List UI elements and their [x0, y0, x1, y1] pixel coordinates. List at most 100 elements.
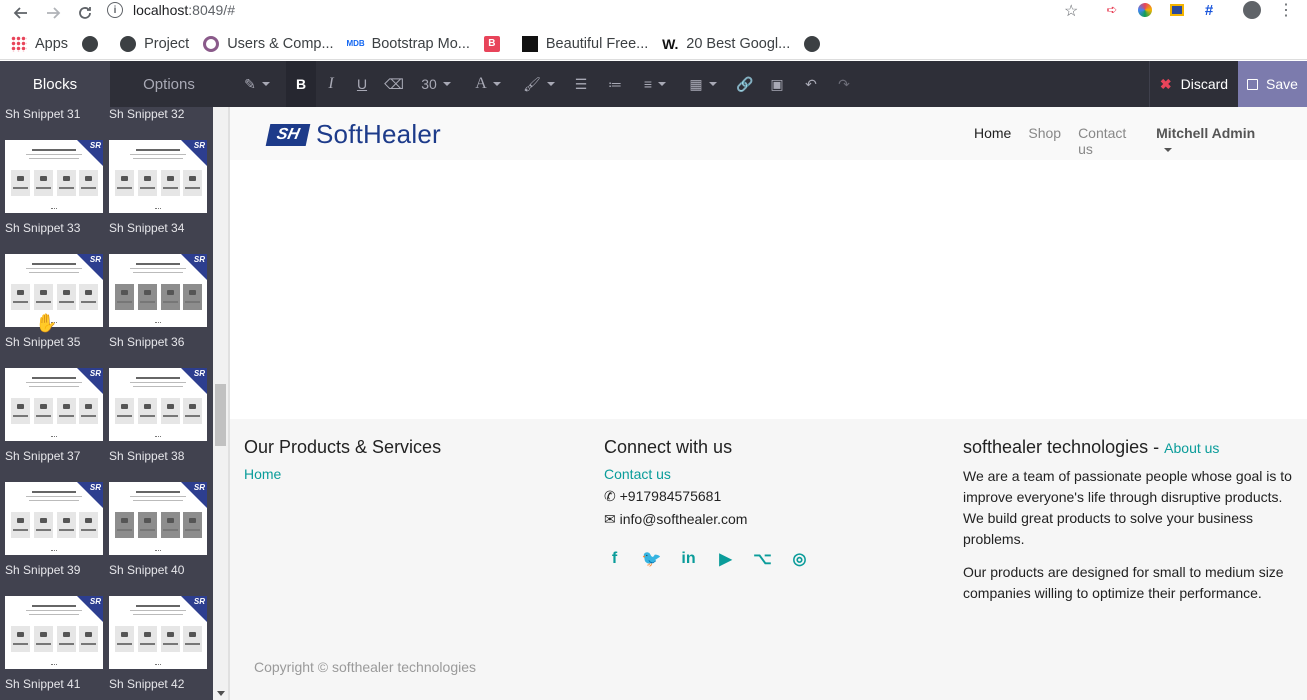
snippet-label[interactable]: Sh Snippet 39: [5, 563, 80, 577]
text-line: [130, 610, 186, 611]
menu-contact[interactable]: Contact us: [1078, 125, 1139, 157]
snippet-label[interactable]: Sh Snippet 33: [5, 221, 80, 235]
extension-arrow-icon[interactable]: ➪: [1103, 1, 1121, 19]
youtube-icon[interactable]: ▶: [715, 548, 736, 569]
snippet-thumbnail[interactable]: SR: [5, 368, 103, 441]
bookmark-apps[interactable]: Apps: [11, 35, 68, 52]
bookmark-users[interactable]: Users & Comp...: [203, 35, 334, 52]
footer-link-home[interactable]: Home: [244, 466, 441, 482]
snippet-thumbnail[interactable]: SR: [5, 482, 103, 555]
italic-button[interactable]: I: [316, 61, 346, 107]
snippet-thumbnail[interactable]: SR: [109, 368, 207, 441]
snippet-thumbnail[interactable]: SR: [5, 140, 103, 213]
forward-arrow-icon[interactable]: [40, 0, 66, 26]
bookmark-beautiful[interactable]: Beautiful Free...: [521, 35, 648, 52]
camera-icon: [63, 290, 70, 295]
table-dropdown[interactable]: ▦: [678, 61, 728, 107]
site-info-icon[interactable]: i: [107, 2, 123, 18]
camera-icon: [189, 518, 196, 523]
bookmark-bootstrap[interactable]: MDB Bootstrap Mo...: [346, 36, 469, 52]
site-logo[interactable]: SH SoftHealer: [265, 119, 441, 150]
snippet-label[interactable]: Sh Snippet 36: [109, 335, 184, 349]
snippet-label[interactable]: Sh Snippet 37: [5, 449, 80, 463]
unordered-list-button[interactable]: ☰: [564, 61, 598, 107]
snippet-label[interactable]: Sh Snippet 32: [109, 107, 184, 121]
text-line: [29, 500, 79, 501]
back-arrow-icon[interactable]: [8, 0, 34, 26]
caption-bar: [117, 415, 132, 417]
snippet-thumbnail[interactable]: SR: [109, 140, 207, 213]
ordered-list-button[interactable]: ≔: [598, 61, 632, 107]
footer-column-products: Our Products & Services Home: [244, 437, 441, 482]
instagram-icon[interactable]: ◎: [789, 548, 810, 569]
website-preview: SH SoftHealer Home Shop Contact us Mitch…: [228, 107, 1307, 700]
twitter-icon[interactable]: 🐦: [641, 548, 662, 569]
bookmark-b[interactable]: B: [483, 35, 508, 52]
caption-bar: [140, 301, 155, 303]
bookmark-globe[interactable]: [82, 35, 106, 52]
align-dropdown[interactable]: ≡: [632, 61, 678, 107]
style-dropdown[interactable]: ✎: [228, 61, 286, 107]
background-color-dropdown[interactable]: 🖌: [514, 61, 564, 107]
menu-home[interactable]: Home: [974, 125, 1011, 157]
camera-card: [57, 170, 76, 196]
scroll-down-arrow-icon[interactable]: [217, 691, 225, 696]
paint-brush-icon: 🖌: [523, 75, 541, 92]
extension-screen-icon[interactable]: [1168, 1, 1186, 19]
redo-button[interactable]: ↷: [830, 61, 858, 107]
footer-link-about[interactable]: About us: [1164, 440, 1219, 456]
address-bar[interactable]: i localhost:8049/#: [107, 0, 1092, 20]
snippet-thumbnail[interactable]: SR: [5, 596, 103, 669]
font-size-dropdown[interactable]: 30: [410, 61, 462, 107]
title-line: [32, 605, 76, 607]
eraser-button[interactable]: ⌫: [378, 61, 410, 107]
snippet-label[interactable]: Sh Snippet 41: [5, 677, 80, 691]
extension-grid-icon[interactable]: #: [1200, 1, 1218, 19]
github-icon[interactable]: ⌥: [752, 548, 773, 569]
scrollbar-thumb[interactable]: [215, 384, 226, 446]
linkedin-icon[interactable]: in: [678, 548, 699, 569]
sidebar-scrollbar[interactable]: [213, 107, 228, 700]
underline-button[interactable]: U: [346, 61, 378, 107]
snippet-label[interactable]: Sh Snippet 34: [109, 221, 184, 235]
camera-icon: [144, 404, 151, 409]
bookmark-star-icon[interactable]: ☆: [1064, 1, 1078, 21]
reload-icon[interactable]: [72, 0, 98, 26]
snippet-thumbnail[interactable]: SR: [109, 254, 207, 327]
footer-link-contact[interactable]: Contact us: [604, 466, 826, 482]
snippet-label[interactable]: Sh Snippet 40: [109, 563, 184, 577]
link-button[interactable]: 🔗: [728, 61, 762, 107]
extension-color-icon[interactable]: [1136, 1, 1154, 19]
image-button[interactable]: ▣: [762, 61, 792, 107]
font-color-dropdown[interactable]: A: [462, 61, 514, 107]
camera-card: [183, 398, 202, 424]
facebook-icon[interactable]: f: [604, 548, 625, 569]
snippet-label[interactable]: Sh Snippet 42: [109, 677, 184, 691]
bold-button[interactable]: B: [286, 61, 316, 107]
bookmark-globe-2[interactable]: [804, 35, 828, 52]
snippet-label[interactable]: Sh Snippet 31: [5, 107, 80, 121]
user-menu[interactable]: Mitchell Admin: [1156, 125, 1292, 157]
profile-icon[interactable]: [1243, 1, 1261, 19]
bookmark-google[interactable]: W. 20 Best Googl...: [662, 36, 790, 52]
bookmark-project[interactable]: Project: [120, 35, 189, 52]
camera-card: [183, 170, 202, 196]
save-button[interactable]: Save: [1238, 61, 1307, 107]
tab-blocks[interactable]: Blocks: [0, 61, 110, 107]
browser-menu-icon[interactable]: ⋮: [1277, 1, 1295, 19]
camera-card: [57, 398, 76, 424]
snippet-label[interactable]: Sh Snippet 38: [109, 449, 184, 463]
snippet-thumbnail[interactable]: SR: [109, 596, 207, 669]
snippet-label[interactable]: Sh Snippet 35: [5, 335, 80, 349]
main-menu: Home Shop Contact us Mitchell Admin: [974, 125, 1307, 157]
title-line: [136, 491, 180, 493]
menu-shop[interactable]: Shop: [1028, 125, 1061, 157]
snippet-thumbnail[interactable]: SR: [109, 482, 207, 555]
text-line: [26, 154, 82, 155]
discard-button[interactable]: ✖ Discard: [1149, 61, 1238, 107]
footer-heading: Connect with us: [604, 437, 733, 457]
tab-options[interactable]: Options: [110, 61, 228, 107]
text-line: [133, 386, 183, 387]
undo-button[interactable]: ↶: [792, 61, 830, 107]
caption-bar: [81, 301, 96, 303]
